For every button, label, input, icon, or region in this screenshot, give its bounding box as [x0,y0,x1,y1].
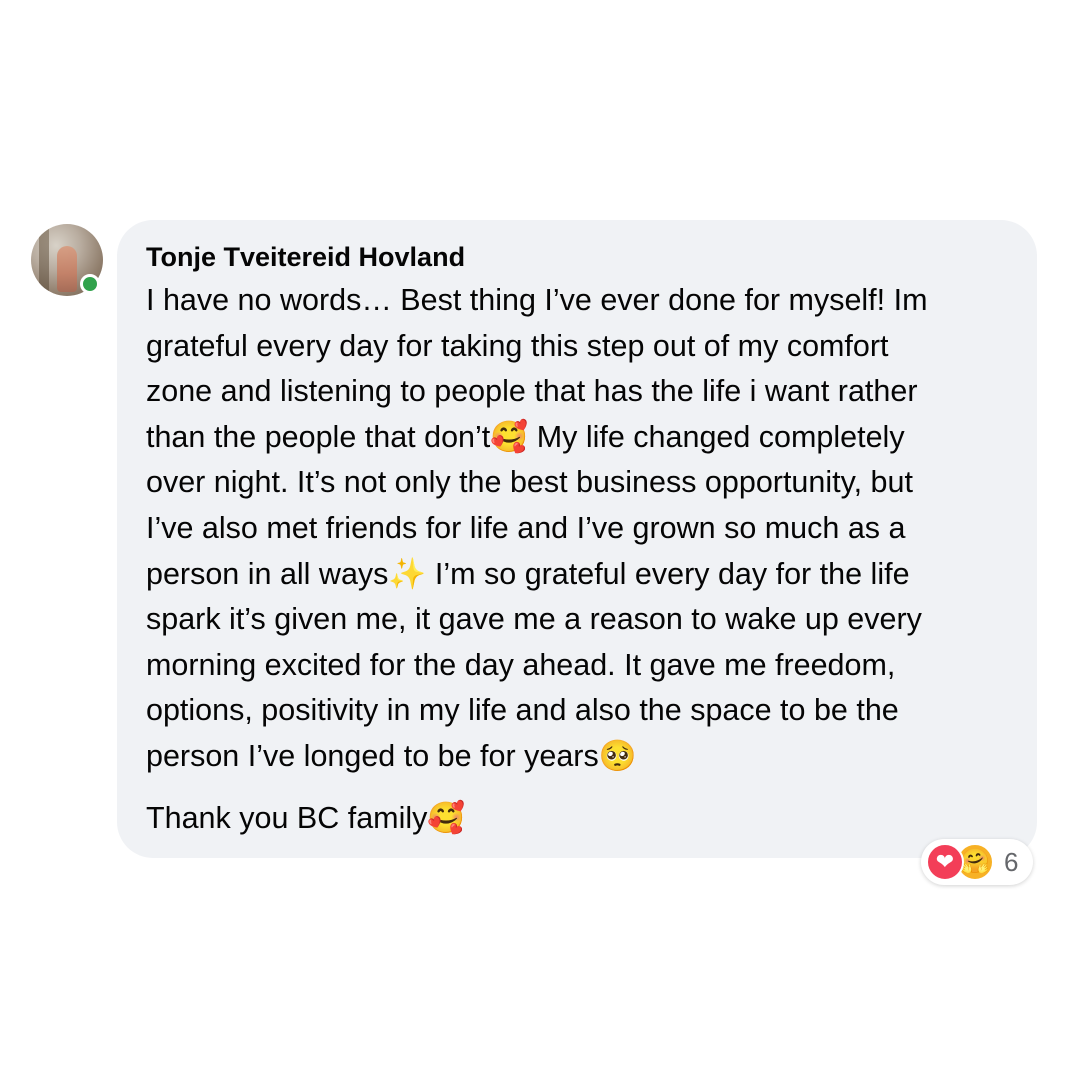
avatar-photo-tree [39,224,49,296]
avatar-photo-person [57,246,77,292]
comment-closing-text: Thank you BC family🥰 [146,800,466,835]
comment-bubble: Tonje Tveitereid Hovland I have no words… [117,220,1037,858]
comment-author-name[interactable]: Tonje Tveitereid Hovland [146,240,1009,274]
comment-text: I have no words… Best thing I’ve ever do… [146,283,928,773]
reactions-summary[interactable]: ❤ 🤗 6 [921,839,1033,885]
reaction-count: 6 [1004,846,1019,877]
online-status-indicator [80,274,100,294]
love-reaction-icon: ❤ [926,843,964,881]
